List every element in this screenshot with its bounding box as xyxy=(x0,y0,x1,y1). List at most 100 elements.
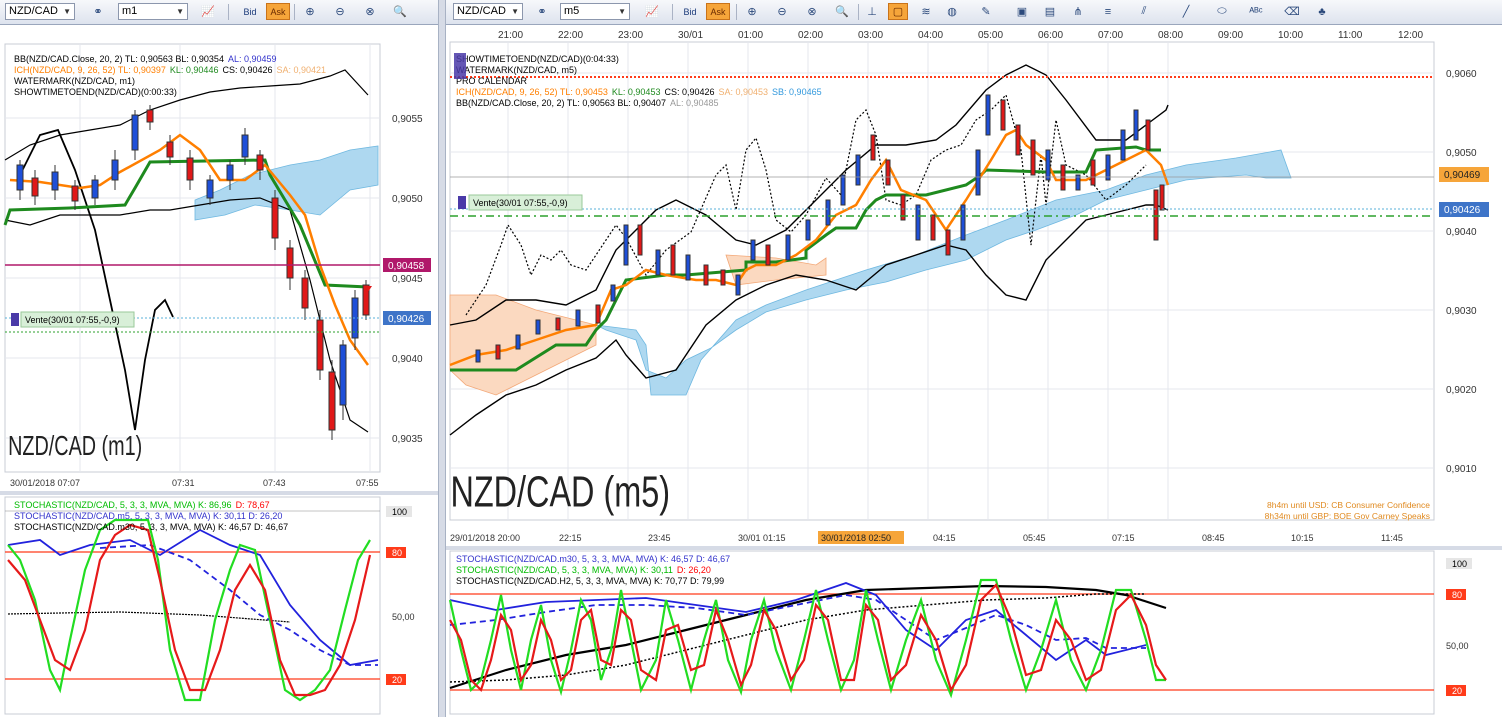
lines-icon[interactable]: ≡ xyxy=(1098,3,1118,20)
position-label-text: Vente(30/01 07:55,-0,9) xyxy=(25,315,120,325)
timeframe-select[interactable]: m1 ▼ xyxy=(118,3,188,20)
bid-button[interactable]: Bid xyxy=(238,3,262,20)
price-tick: 0,9010 xyxy=(1446,464,1477,475)
ask-button[interactable]: Ask xyxy=(706,3,730,20)
panel-splitter[interactable] xyxy=(446,546,1502,550)
time-tick: 08:45 xyxy=(1202,533,1225,543)
calendar-events: 8h4m until USD: CB Consumer Confidence 8… xyxy=(1265,500,1431,521)
price-tag-orange-text: 0,90469 xyxy=(1444,170,1481,181)
price-tick: 0,9050 xyxy=(1446,148,1477,159)
legend-line: SHOWTIMETOEND(NZD/CAD)(0:00:33) xyxy=(14,87,177,97)
time-tick: 21:00 xyxy=(498,30,523,41)
time-tick: 10:00 xyxy=(1278,30,1303,41)
ask-label: Ask xyxy=(710,6,726,17)
time-tick: 07:00 xyxy=(1098,30,1123,41)
price-tick: 0,9040 xyxy=(392,354,423,365)
trendline-icon[interactable]: ╱ xyxy=(1176,3,1196,20)
price-tick: 0,9020 xyxy=(1446,385,1477,396)
zoom-reset-icon[interactable]: ⊗ xyxy=(802,3,822,20)
eraser-icon[interactable]: ⌫ xyxy=(1282,3,1302,20)
price-tick: 0,9055 xyxy=(392,114,423,125)
m5-chart-area: 21:00 22:00 23:00 30/01 01:00 02:00 03:0… xyxy=(446,30,1502,715)
main-plot-frame xyxy=(449,41,1435,521)
panel-splitter[interactable] xyxy=(0,491,438,495)
time-tick: 06:00 xyxy=(1038,30,1063,41)
globe-icon[interactable]: ◍ xyxy=(942,3,962,20)
m1-chart-area: 0,9055 0,9050 0,9045 0,9040 0,9035 0,904… xyxy=(0,43,438,715)
stochastic-axis: 100 80 50,00 20 xyxy=(386,506,415,685)
zoom-out-icon[interactable]: ⊖ xyxy=(772,3,792,20)
position-marker-icon[interactable] xyxy=(454,53,466,79)
stochastic-axis: 100 80 50,00 20 xyxy=(1446,558,1472,696)
legend-line: WATERMARK(NZD/CAD, m1) xyxy=(14,76,135,86)
wifi-icon[interactable]: ≋ xyxy=(916,3,936,20)
price-axis: 0,9055 0,9050 0,9045 0,9040 0,9035 xyxy=(392,114,423,445)
price-tick: 0,9040 xyxy=(1446,227,1477,238)
symbol-select[interactable]: NZD/CAD ▼ xyxy=(5,3,75,20)
price-tick: 0,9045 xyxy=(392,274,423,285)
tree-icon[interactable]: ♣ xyxy=(1312,3,1332,20)
chevron-down-icon: ▼ xyxy=(511,7,519,16)
ruler-icon[interactable]: ✎ xyxy=(976,3,996,20)
time-tick: 23:00 xyxy=(618,30,643,41)
image-icon[interactable]: ▣ xyxy=(1012,3,1032,20)
text-tool-icon[interactable]: ᴬᴮᶜ xyxy=(1246,3,1266,20)
time-tick: 22:15 xyxy=(559,533,582,543)
stoch-tick: 100 xyxy=(1452,559,1467,569)
calendar-event[interactable]: 8h34m until GBP: BOE Gov Carney Speaks xyxy=(1265,511,1430,521)
calendar-icon[interactable]: ▤ xyxy=(1040,3,1060,20)
position-marker-icon[interactable] xyxy=(458,196,466,209)
time-tick: 05:00 xyxy=(978,30,1003,41)
fibonacci-icon[interactable]: ⫽ xyxy=(1134,3,1154,20)
watermark: NZD/CAD (m5) xyxy=(451,468,671,517)
timeframe-value: m1 xyxy=(122,5,138,17)
window-splitter[interactable] xyxy=(438,0,446,717)
stoch-tick: 20 xyxy=(392,675,402,685)
stoch-tick: 80 xyxy=(392,548,402,558)
legend-line: STOCHASTIC(NZD/CAD.m30, 5, 3, 3, MVA, MV… xyxy=(456,554,730,564)
calendar-event[interactable]: 8h4m until USD: CB Consumer Confidence xyxy=(1267,500,1430,510)
link-icon[interactable]: ⚭ xyxy=(532,3,552,20)
crosshair-icon[interactable]: ▢ xyxy=(888,3,908,20)
chevron-down-icon: ▼ xyxy=(176,7,184,16)
stoch-tick: 80 xyxy=(1452,590,1462,600)
legend-line: STOCHASTIC(NZD/CAD, 5, 3, 3, MVA, MVA) K… xyxy=(456,565,711,575)
chart-type-icon[interactable]: 📈 xyxy=(198,3,218,20)
fork-icon[interactable]: ⋔ xyxy=(1068,3,1088,20)
symbol-value: NZD/CAD xyxy=(9,5,58,17)
position-marker-icon[interactable] xyxy=(11,313,19,326)
zoom-out-icon[interactable]: ⊖ xyxy=(330,3,350,20)
price-tick: 0,9035 xyxy=(392,434,423,445)
symbol-select[interactable]: NZD/CAD ▼ xyxy=(453,3,523,20)
search-icon[interactable]: 🔍 xyxy=(832,3,852,20)
chevron-down-icon: ▼ xyxy=(63,7,71,16)
time-tick: 30/01 01:15 xyxy=(738,533,786,543)
zoom-reset-icon[interactable]: ⊗ xyxy=(360,3,380,20)
chart-window-m1: NZD/CAD ▼ ⚭ m1 ▼ 📈 Bid Ask ⊕ ⊖ ⊗ 🔍 0,905… xyxy=(0,0,438,717)
price-tick: 0,9030 xyxy=(1446,306,1477,317)
price-tag-magenta-text: 0,90458 xyxy=(388,261,425,272)
bid-button[interactable]: Bid xyxy=(678,3,702,20)
ask-button[interactable]: Ask xyxy=(266,3,290,20)
stoch-tick: 50,00 xyxy=(392,612,415,622)
time-tick: 08:00 xyxy=(1158,30,1183,41)
link-icon[interactable]: ⚭ xyxy=(88,3,108,20)
ellipse-icon[interactable]: ⬭ xyxy=(1212,3,1232,20)
zoom-in-icon[interactable]: ⊕ xyxy=(742,3,762,20)
zoom-in-icon[interactable]: ⊕ xyxy=(300,3,320,20)
stochastic-legend: STOCHASTIC(NZD/CAD, 5, 3, 3, MVA, MVA) K… xyxy=(14,500,288,532)
chart-type-icon[interactable]: 📈 xyxy=(642,3,662,20)
bid-label: Bid xyxy=(683,6,697,17)
time-tick: 01:00 xyxy=(738,30,763,41)
legend-line: PRO CALENDAR xyxy=(456,76,528,86)
time-tick: 11:00 xyxy=(1338,30,1363,41)
time-tick: 04:00 xyxy=(918,30,943,41)
time-tick: 07:43 xyxy=(263,478,286,488)
legend-line: STOCHASTIC(NZD/CAD.m30, 5, 3, 3, MVA, MV… xyxy=(14,522,288,532)
time-tick: 23:45 xyxy=(648,533,671,543)
search-icon[interactable]: 🔍 xyxy=(390,3,410,20)
symbol-value: NZD/CAD xyxy=(457,5,506,17)
position-label-text: Vente(30/01 07:55,-0,9) xyxy=(473,198,568,208)
vertical-line-icon[interactable]: ⊥ xyxy=(862,3,882,20)
timeframe-select[interactable]: m5 ▼ xyxy=(560,3,630,20)
